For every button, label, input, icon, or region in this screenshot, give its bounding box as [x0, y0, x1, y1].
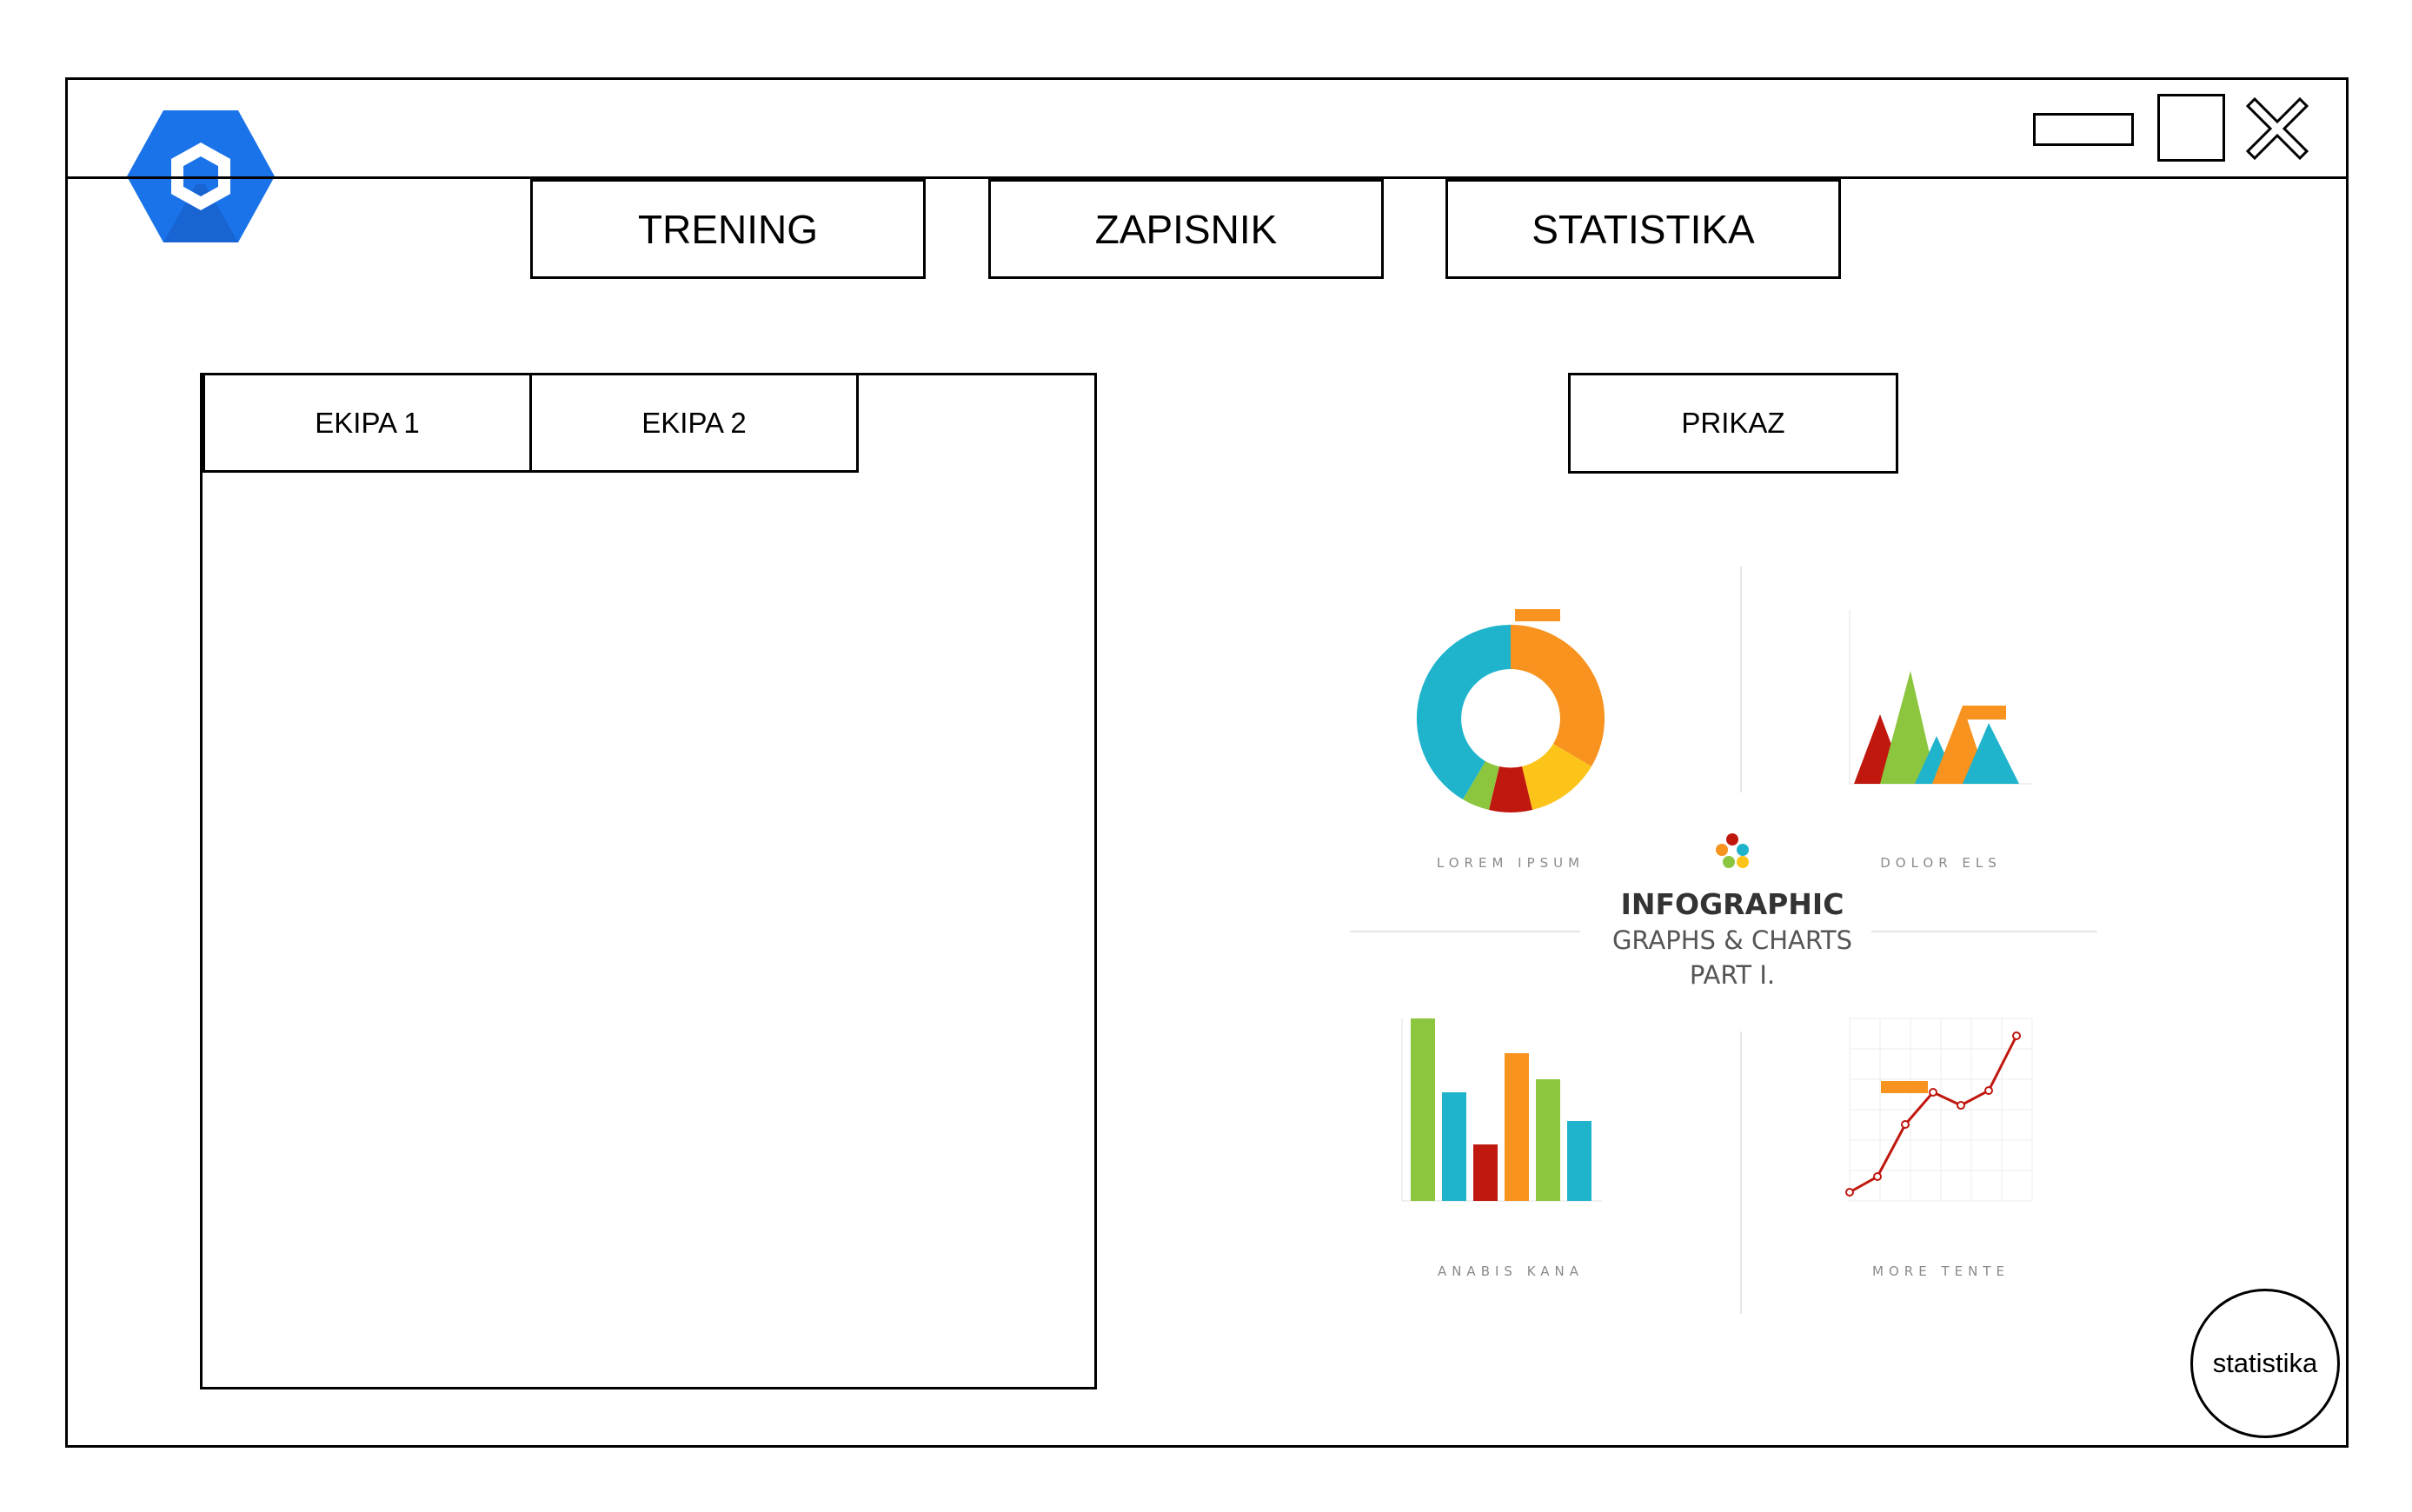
tab-ekipa-1[interactable]: EKIPA 1 [203, 373, 532, 473]
label-more: MORE TENTE [1872, 1263, 2010, 1279]
label-dolor: DOLOR ELS [1880, 855, 2002, 871]
line-chart [1845, 1018, 2033, 1202]
close-icon[interactable] [2243, 94, 2312, 163]
prikaz-button[interactable]: PRIKAZ [1568, 373, 1898, 474]
tab-ekipa-2[interactable]: EKIPA 2 [529, 373, 859, 473]
app-window: TRENING ZAPISNIK STATISTIKA EKIPA 1 EKIP… [65, 77, 2349, 1448]
tab-zapisnik[interactable]: ZAPISNIK [988, 179, 1384, 279]
minimize-icon[interactable] [2033, 113, 2134, 146]
center-dots [1716, 833, 1749, 868]
bar-chart [1401, 1018, 1602, 1202]
infographic-title: INFOGRAPHIC [1621, 887, 1844, 921]
label-anabis: ANABIS KANA [1438, 1263, 1584, 1279]
infographic-image: LOREM IPSUM DOLOR ELS INFOGRAPHIC GRAPHS… [1350, 567, 2097, 1314]
infographic-subtitle: GRAPHS & CHARTS [1612, 925, 1852, 955]
infographic-part: PART I. [1690, 960, 1775, 990]
donut-chart [1416, 609, 1605, 812]
statistika-button[interactable]: statistika [2190, 1289, 2340, 1438]
tab-trening[interactable]: TRENING [530, 179, 926, 279]
team-panel: EKIPA 1 EKIPA 2 [200, 373, 1097, 1389]
mountain-chart [1849, 610, 2032, 785]
label-lorem: LOREM IPSUM [1437, 855, 1585, 871]
maximize-icon[interactable] [2157, 94, 2225, 162]
tab-statistika[interactable]: STATISTIKA [1445, 179, 1841, 279]
